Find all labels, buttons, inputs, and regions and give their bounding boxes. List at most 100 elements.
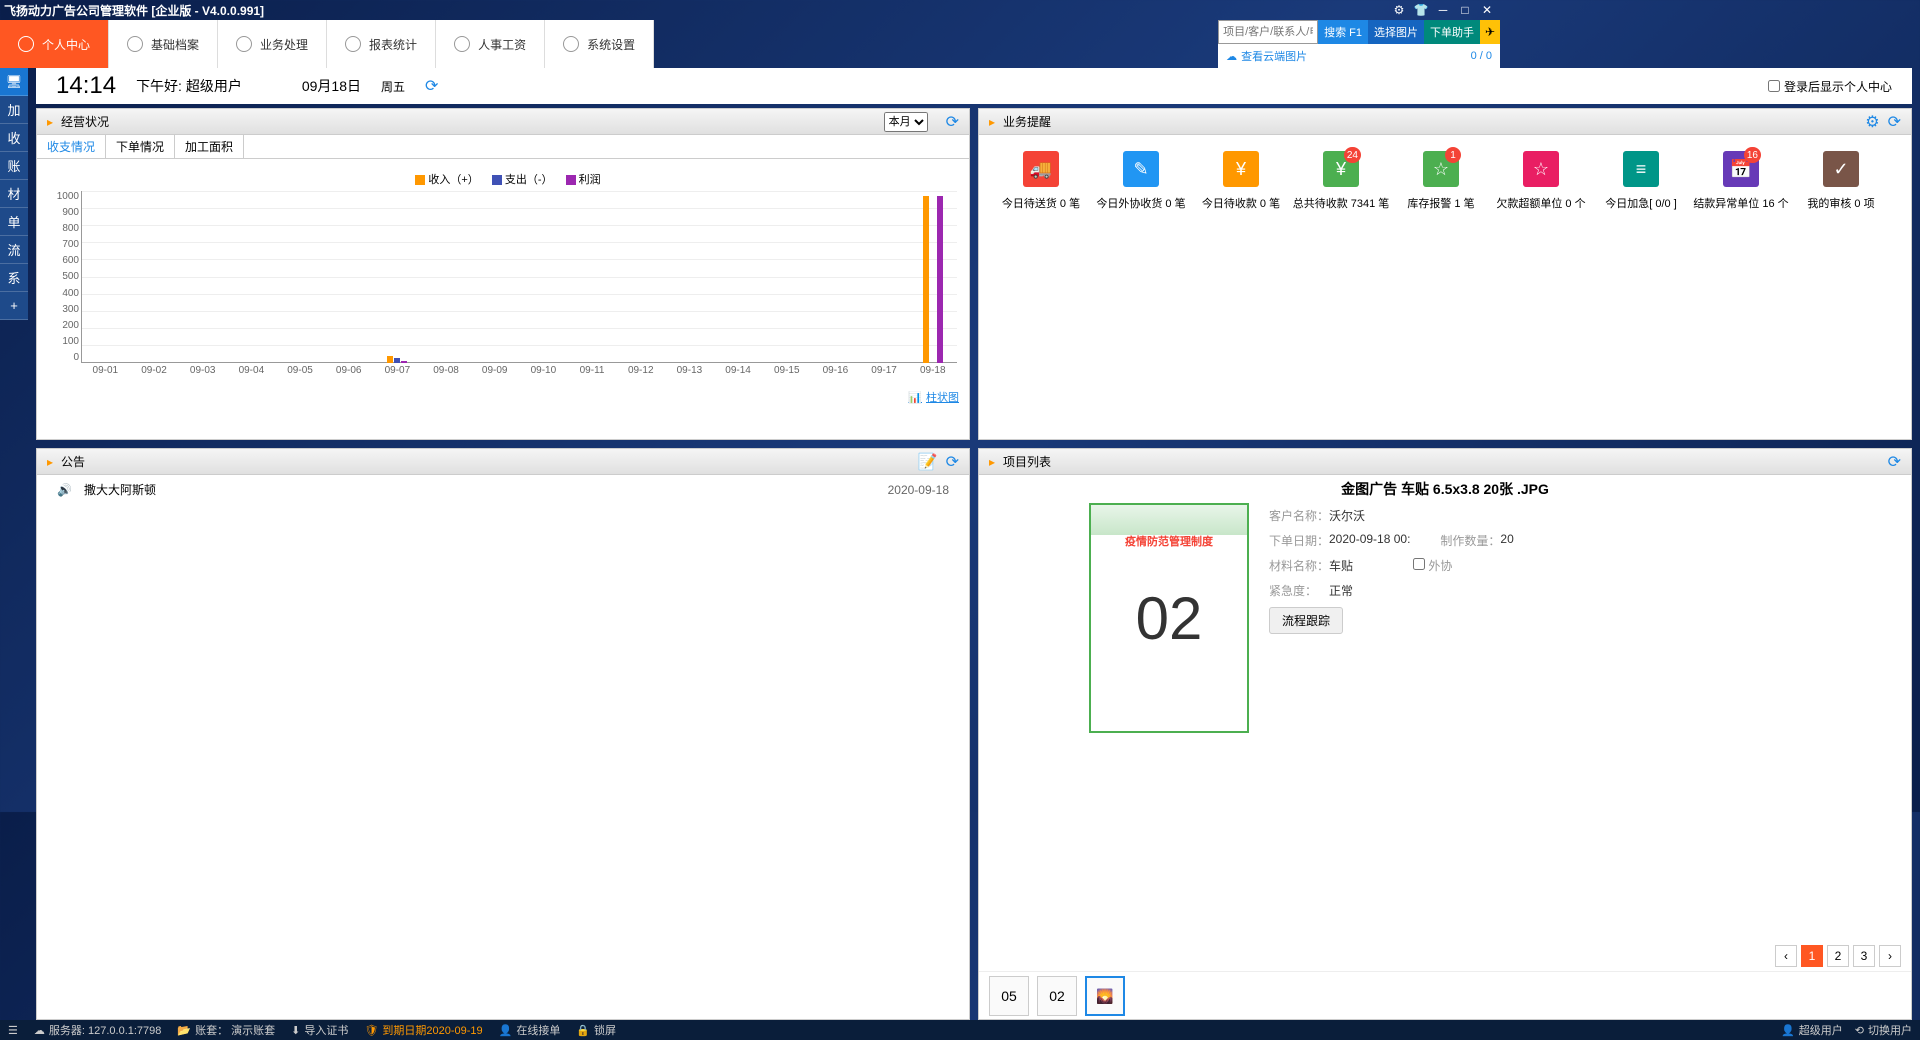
select-image-button[interactable]: 选择图片 (1368, 20, 1424, 44)
refresh-icon[interactable]: ⟳ (1888, 452, 1901, 472)
add-icon[interactable]: 📝 (918, 452, 938, 472)
cloud-link[interactable]: 查看云端图片 (1241, 48, 1307, 64)
nav-icon (127, 36, 143, 52)
period-select[interactable]: 本月 (884, 112, 928, 132)
announce-item[interactable]: 🔊撒大大阿斯顿2020-09-18 (37, 475, 969, 504)
page-number[interactable]: 1 (1801, 945, 1823, 967)
announce-text: 撒大大阿斯顿 (84, 481, 156, 498)
minimize-icon[interactable]: ─ (1434, 2, 1452, 18)
reminder-item[interactable]: 24¥总共待收款 7341 笔 (1291, 151, 1391, 211)
track-button[interactable]: 流程跟踪 (1269, 607, 1343, 634)
sidebar-item[interactable]: 系 (0, 264, 28, 292)
refresh-icon[interactable]: ⟳ (946, 452, 959, 472)
nav-item[interactable]: 业务处理 (218, 20, 327, 68)
refresh-icon[interactable]: ⟳ (425, 76, 438, 96)
reminder-icon: ≡ (1623, 151, 1659, 187)
sidebar-item[interactable]: 🖥 (0, 68, 28, 96)
nav-label: 人事工资 (478, 36, 526, 53)
sidebar-item[interactable]: 材 (0, 180, 28, 208)
info-value: 沃尔沃 (1329, 507, 1365, 524)
page-number[interactable]: 2 (1827, 945, 1849, 967)
chart-type-link[interactable]: 📊 柱状图 (908, 389, 959, 405)
status-expire: 🛡 到期日期2020-09-19 (364, 1022, 482, 1038)
nav-item[interactable]: 系统设置 (545, 20, 654, 68)
status-account: 📂 账套： 演示账套 (177, 1022, 275, 1038)
nav-item[interactable]: 基础档案 (109, 20, 218, 68)
nav-label: 业务处理 (260, 36, 308, 53)
chart-tab[interactable]: 加工面积 (175, 135, 244, 158)
project-image[interactable]: 02 (1089, 503, 1249, 733)
titlebar-icon[interactable]: 👕 (1412, 2, 1430, 18)
chart-bar (937, 196, 943, 363)
import-cert[interactable]: ⬇ 导入证书 (291, 1022, 348, 1038)
badge: 16 (1744, 147, 1761, 163)
window-title: 飞扬动力广告公司管理软件 [企业版 - V4.0.0.991] (4, 2, 264, 19)
nav-icon (454, 36, 470, 52)
info-value: 正常 (1329, 582, 1353, 599)
reminder-icon: ¥ (1223, 151, 1259, 187)
menu-icon[interactable]: ☰ (8, 1024, 18, 1037)
refresh-icon[interactable]: ⟳ (946, 112, 959, 132)
show-personal-checkbox[interactable] (1768, 80, 1780, 92)
reminder-item[interactable]: ✓我的审核 0 项 (1791, 151, 1891, 211)
panel-icon: ▸ (47, 455, 53, 469)
checkbox-label: 登录后显示个人中心 (1784, 78, 1892, 95)
nav-label: 报表统计 (369, 36, 417, 53)
search-input[interactable] (1218, 20, 1318, 44)
bar-chart-icon: 📊 (908, 391, 922, 404)
badge: 1 (1445, 147, 1461, 163)
date: 09月18日 (302, 76, 361, 96)
sidebar-item[interactable]: 单 (0, 208, 28, 236)
page-prev[interactable]: ‹ (1775, 945, 1797, 967)
lock-screen[interactable]: 🔒 锁屏 (576, 1022, 616, 1038)
info-value: 车贴 (1329, 557, 1353, 574)
reminder-item[interactable]: 🚚今日待送货 0 笔 (991, 151, 1091, 211)
nav-item[interactable]: 人事工资 (436, 20, 545, 68)
online-order[interactable]: 👤 在线接单 (499, 1022, 561, 1038)
weekday: 周五 (381, 78, 405, 95)
reminder-item[interactable]: 16📅结款异常单位 16 个 (1691, 151, 1791, 211)
panel-title: 公告 (61, 453, 85, 470)
current-user[interactable]: 👤 超级用户 (1781, 1022, 1843, 1038)
reminder-item[interactable]: ☆欠款超额单位 0 个 (1491, 151, 1591, 211)
sidebar-item[interactable]: + (0, 292, 28, 320)
close-icon[interactable]: ✕ (1478, 2, 1496, 18)
page-next[interactable]: › (1879, 945, 1901, 967)
chart-bar (387, 356, 393, 363)
nav-item[interactable]: 报表统计 (327, 20, 436, 68)
reminder-item[interactable]: ¥今日待收款 0 笔 (1191, 151, 1291, 211)
thumbnail[interactable]: 05 (989, 976, 1029, 1016)
panel-icon: ▸ (989, 455, 995, 469)
maximize-icon[interactable]: □ (1456, 2, 1474, 18)
reminder-icon: 🚚 (1023, 151, 1059, 187)
reminder-item[interactable]: ✎今日外协收货 0 笔 (1091, 151, 1191, 211)
switch-user[interactable]: ⟲ 切换用户 (1855, 1022, 1912, 1038)
sidebar-item[interactable]: 加 (0, 96, 28, 124)
settings-icon[interactable]: ⚙ (1865, 112, 1879, 132)
chart-tab[interactable]: 收支情况 (37, 135, 106, 158)
search-button[interactable]: 搜索 F1 (1318, 20, 1368, 44)
chart-legend: 收入（+） 支出（-） 利润 (49, 167, 957, 191)
sidebar-item[interactable]: 收 (0, 124, 28, 152)
cloud-icon: ☁ (1226, 50, 1237, 63)
nav-item[interactable]: 个人中心 (0, 20, 109, 68)
refresh-icon[interactable]: ⟳ (1888, 112, 1901, 132)
info-label: 下单日期： (1269, 532, 1329, 549)
reminder-item[interactable]: 1☆库存报警 1 笔 (1391, 151, 1491, 211)
titlebar-icon[interactable]: ⚙ (1390, 2, 1408, 18)
sidebar-item[interactable]: 流 (0, 236, 28, 264)
thumbnail[interactable]: 🌄 (1085, 976, 1125, 1016)
thumbnail[interactable]: 02 (1037, 976, 1077, 1016)
order-helper-button[interactable]: 下单助手 (1424, 20, 1480, 44)
send-icon[interactable]: ✈ (1480, 20, 1500, 44)
nav-label: 基础档案 (151, 36, 199, 53)
page-number[interactable]: 3 (1853, 945, 1875, 967)
panel-icon: ▸ (989, 115, 995, 129)
chart-tab[interactable]: 下单情况 (106, 135, 175, 158)
info-label: 紧急度： (1269, 582, 1329, 599)
sidebar-item[interactable]: 账 (0, 152, 28, 180)
info-label: 客户名称： (1269, 507, 1329, 524)
reminder-icon: ☆ (1523, 151, 1559, 187)
outsource-checkbox[interactable] (1413, 558, 1425, 570)
reminder-item[interactable]: ≡今日加急[ 0/0 ] (1591, 151, 1691, 211)
